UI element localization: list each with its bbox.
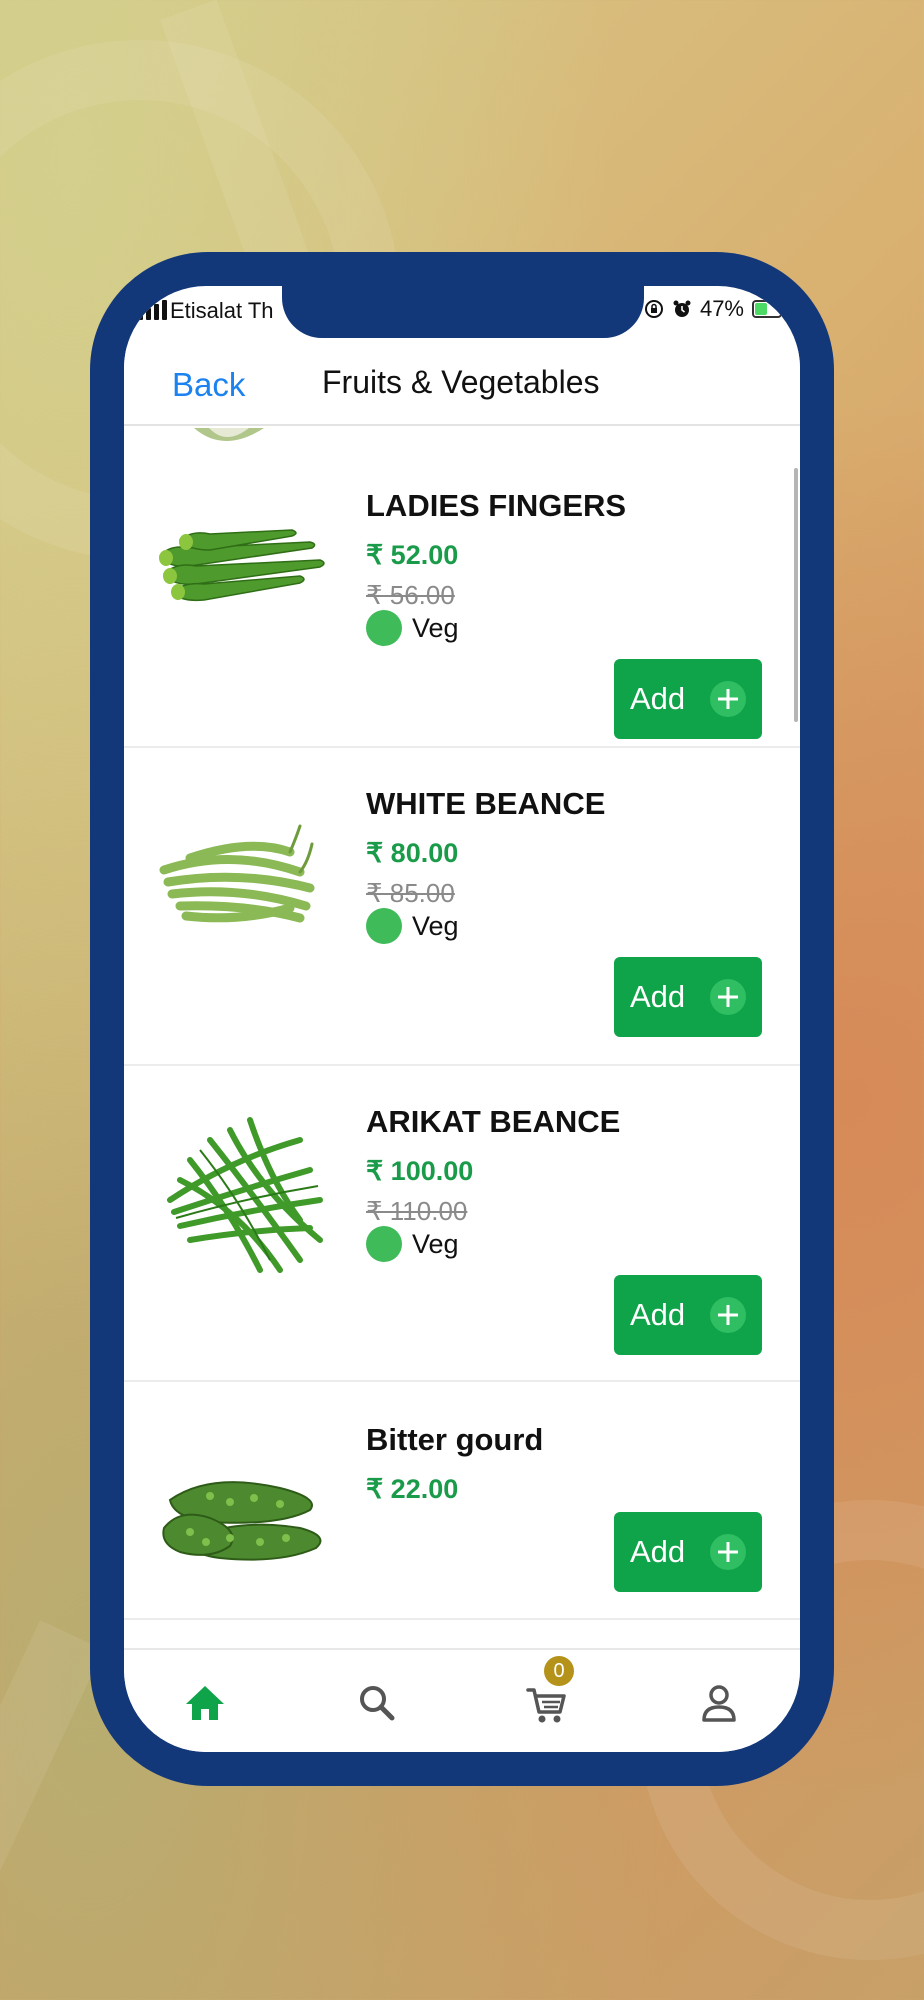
battery-icon bbox=[752, 300, 786, 318]
carrier-name: Etisalat Th bbox=[170, 298, 274, 323]
plus-icon bbox=[710, 979, 746, 1015]
cart-icon[interactable] bbox=[522, 1678, 572, 1728]
veg-dot-icon bbox=[366, 908, 402, 944]
plus-icon bbox=[710, 681, 746, 717]
add-button-label: Add bbox=[630, 979, 686, 1014]
plus-icon bbox=[710, 1297, 746, 1333]
profile-icon[interactable] bbox=[694, 1678, 744, 1728]
add-to-cart-button[interactable]: Add bbox=[614, 1512, 762, 1592]
product-card: ARIKAT BEANCE ₹ 100.00 ₹ 110.00 Veg Add bbox=[124, 1066, 800, 1382]
product-price: ₹ 52.00 bbox=[366, 540, 459, 570]
add-button-label: Add bbox=[630, 1297, 686, 1332]
product-price: ₹ 80.00 bbox=[366, 838, 459, 868]
product-card: LADIES FINGERS ₹ 52.00 ₹ 56.00 Veg Add bbox=[124, 448, 800, 748]
product-name: Bitter gourd bbox=[366, 1422, 544, 1457]
cart-count-badge: 0 bbox=[544, 1656, 574, 1686]
veg-indicator: Veg bbox=[366, 610, 459, 646]
product-mrp: ₹ 110.00 bbox=[366, 1196, 468, 1226]
plus-icon bbox=[710, 1534, 746, 1570]
status-right: 47% bbox=[644, 296, 786, 322]
product-mrp: ₹ 56.00 bbox=[366, 580, 455, 610]
search-icon[interactable] bbox=[352, 1678, 402, 1728]
product-name: WHITE BEANCE bbox=[366, 786, 606, 821]
veg-indicator: Veg bbox=[366, 1226, 459, 1262]
product-price: ₹ 22.00 bbox=[366, 1474, 459, 1504]
battery-percent: 47% bbox=[699, 296, 744, 321]
veg-dot-icon bbox=[366, 610, 402, 646]
back-button[interactable]: Back bbox=[172, 366, 245, 404]
add-button-label: Add bbox=[630, 1534, 686, 1569]
add-to-cart-button[interactable]: Add bbox=[614, 659, 762, 739]
veg-label: Veg bbox=[412, 1228, 459, 1259]
veg-indicator: Veg bbox=[366, 908, 459, 944]
product-card: WHITE BEANCE ₹ 80.00 ₹ 85.00 Veg Add bbox=[124, 748, 800, 1066]
signal-icon bbox=[138, 300, 167, 320]
nav-header: Back Fruits & Vegetables bbox=[124, 346, 800, 426]
app-screen: Etisalat Th 47% Back Fruits & Vegetables bbox=[124, 286, 800, 1752]
okra-image bbox=[159, 529, 325, 602]
phone-notch bbox=[282, 286, 644, 338]
veg-label: Veg bbox=[412, 612, 459, 643]
product-mrp: ₹ 85.00 bbox=[366, 878, 455, 908]
beans-image bbox=[167, 1117, 323, 1273]
product-price: ₹ 100.00 bbox=[366, 1156, 474, 1186]
home-icon[interactable] bbox=[180, 1678, 230, 1728]
product-name: ARIKAT BEANCE bbox=[366, 1104, 621, 1139]
lock-rotation-icon bbox=[644, 300, 663, 318]
bottom-tab-bar: 0 bbox=[124, 1648, 800, 1752]
green-beans-image bbox=[159, 824, 315, 923]
product-name: LADIES FINGERS bbox=[366, 488, 627, 523]
add-to-cart-button[interactable]: Add bbox=[614, 1275, 762, 1355]
add-to-cart-button[interactable]: Add bbox=[614, 957, 762, 1037]
veg-label: Veg bbox=[412, 910, 459, 941]
add-button-label: Add bbox=[630, 681, 686, 716]
product-card: Bitter gourd ₹ 22.00 Add bbox=[124, 1382, 800, 1620]
bitter-gourd-image bbox=[162, 1481, 322, 1561]
veg-dot-icon bbox=[366, 1226, 402, 1262]
battery-fill bbox=[755, 303, 767, 315]
product-list[interactable]: LADIES FINGERS ₹ 52.00 ₹ 56.00 Veg Add W… bbox=[124, 428, 800, 1648]
alarm-icon bbox=[673, 300, 691, 317]
page-title: Fruits & Vegetables bbox=[322, 364, 600, 400]
background-stroke bbox=[0, 1620, 104, 1976]
